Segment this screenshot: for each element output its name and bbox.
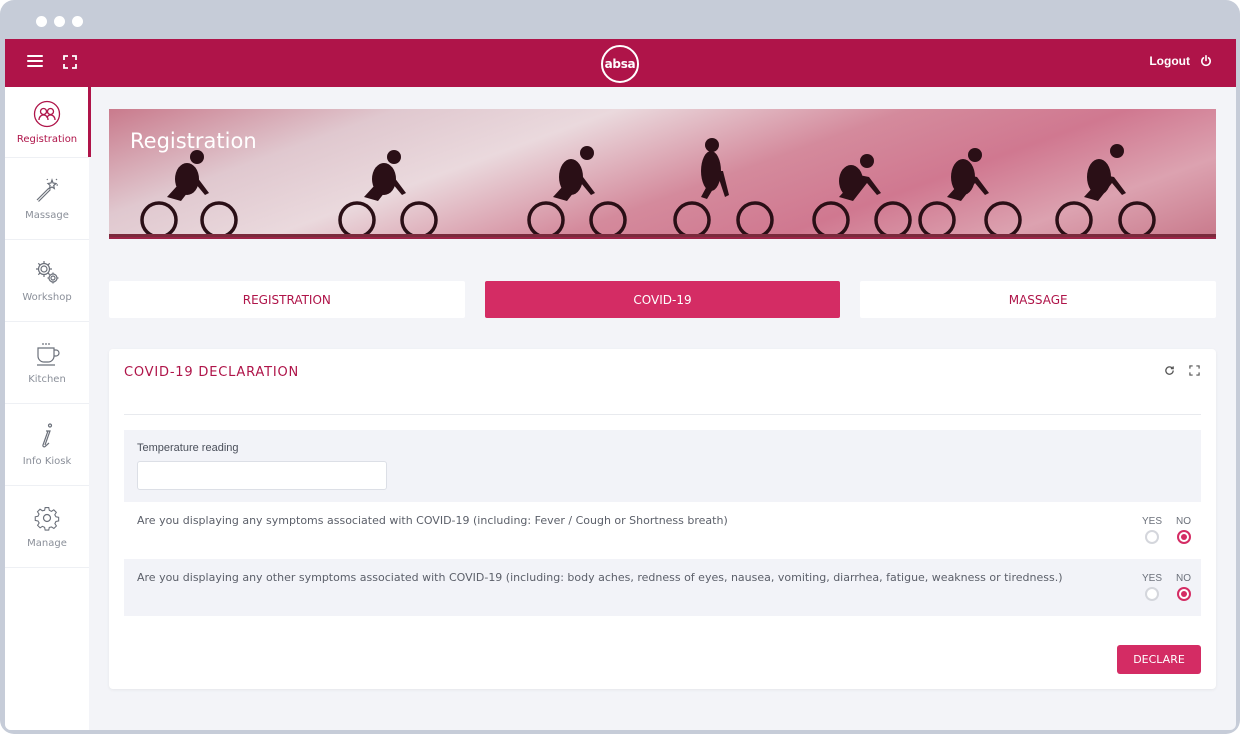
sidebar-item-registration[interactable]: Registration (5, 87, 91, 158)
sidebar-item-kitchen[interactable]: Kitchen (5, 322, 89, 404)
sidebar-item-label: Manage (27, 538, 67, 549)
coffee-cup-icon (37, 343, 60, 366)
declare-button[interactable]: DECLARE (1117, 645, 1201, 674)
banner-title: Registration (130, 129, 257, 153)
sidebar-item-info-kiosk[interactable]: Info Kiosk (5, 404, 89, 486)
gears-icon (36, 261, 59, 284)
browser-window: absa Logout Registration Massage Worksho… (0, 0, 1240, 734)
sidebar: Registration Massage Workshop Kitchen In… (5, 87, 91, 730)
radio-no[interactable] (1176, 530, 1191, 544)
card-title: COVID-19 DECLARATION (124, 365, 300, 380)
sidebar-item-label: Massage (25, 210, 69, 221)
option-no[interactable]: NO (1176, 516, 1191, 544)
page-banner: Registration (109, 109, 1216, 239)
sidebar-item-label: Workshop (22, 292, 72, 303)
sidebar-item-manage[interactable]: Manage (5, 486, 89, 568)
window-dot[interactable] (36, 16, 47, 27)
sidebar-item-label: Info Kiosk (22, 456, 72, 467)
fullscreen-icon[interactable] (63, 55, 77, 69)
absa-logo: absa (601, 45, 639, 83)
divider (124, 414, 1201, 415)
power-icon (1201, 55, 1211, 67)
app: absa Logout Registration Massage Worksho… (5, 39, 1236, 730)
tab-covid-19[interactable]: COVID-19 (484, 281, 841, 318)
radio-yes[interactable] (1144, 530, 1159, 544)
option-yes[interactable]: YES (1142, 516, 1162, 544)
tab-bar: REGISTRATION COVID-19 MASSAGE (109, 281, 1217, 318)
question-row: Are you displaying any symptoms associat… (124, 502, 1201, 559)
question-row: Are you displaying any other symptoms as… (124, 559, 1201, 616)
top-bar: absa Logout (5, 39, 1236, 87)
window-dot[interactable] (72, 16, 83, 27)
logout-label: Logout (1149, 54, 1190, 68)
question-text: Are you displaying any other symptoms as… (137, 571, 1063, 584)
info-icon (42, 423, 53, 448)
sidebar-item-label: Kitchen (28, 374, 66, 385)
logout-button[interactable]: Logout (1149, 54, 1212, 68)
temperature-input[interactable] (137, 461, 387, 490)
window-controls (36, 16, 83, 27)
tab-registration[interactable]: REGISTRATION (109, 281, 465, 318)
magic-wand-icon (36, 178, 58, 202)
question-text: Are you displaying any symptoms associat… (137, 514, 728, 527)
people-icon (33, 100, 61, 127)
card-tools (1164, 365, 1200, 376)
sidebar-item-label: Registration (16, 133, 78, 145)
expand-icon[interactable] (1189, 365, 1200, 376)
option-label: YES (1141, 573, 1162, 584)
tab-massage[interactable]: MASSAGE (860, 281, 1217, 318)
option-label: YES (1141, 516, 1162, 527)
logo-text: absa (604, 57, 636, 71)
temperature-label: Temperature reading (137, 442, 239, 454)
sidebar-item-massage[interactable]: Massage (5, 158, 89, 240)
yes-no-options: YES NO (1142, 516, 1191, 544)
option-label: NO (1176, 516, 1191, 527)
radio-yes[interactable] (1144, 587, 1159, 601)
hamburger-icon[interactable] (27, 55, 43, 69)
option-yes[interactable]: YES (1142, 573, 1162, 601)
temperature-section: Temperature reading (124, 430, 1201, 502)
window-dot[interactable] (54, 16, 65, 27)
radio-no[interactable] (1176, 587, 1191, 601)
option-label: NO (1176, 573, 1191, 584)
sidebar-item-workshop[interactable]: Workshop (5, 240, 89, 322)
yes-no-options: YES NO (1142, 573, 1191, 601)
refresh-icon[interactable] (1164, 365, 1175, 376)
gear-icon (34, 507, 60, 531)
covid-declaration-card: COVID-19 DECLARATION Temperature reading… (109, 349, 1216, 689)
option-no[interactable]: NO (1176, 573, 1191, 601)
cyclists-silhouette-image (109, 138, 1216, 237)
